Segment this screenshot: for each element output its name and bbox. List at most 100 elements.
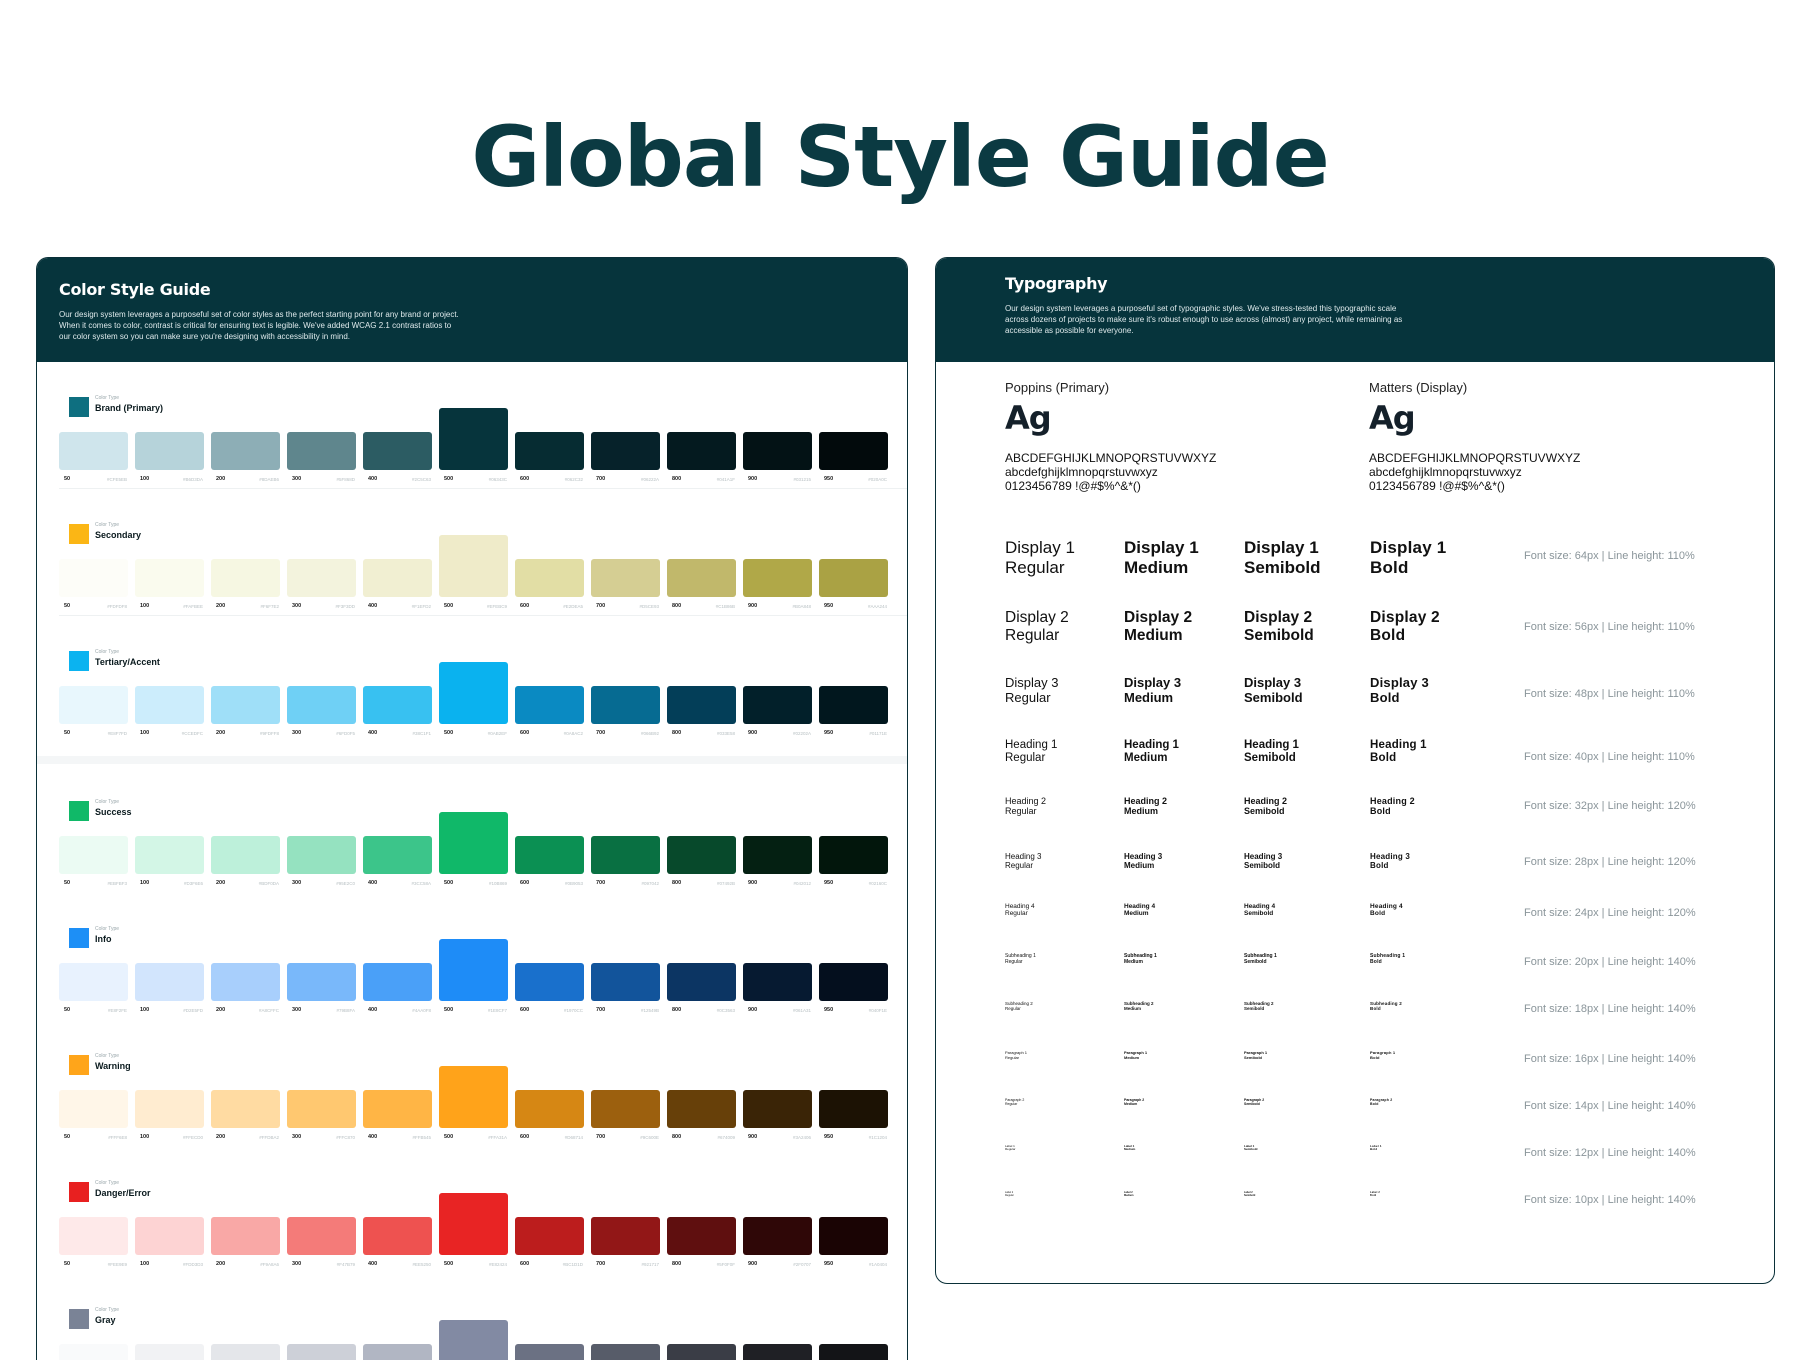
color-swatch[interactable] xyxy=(135,963,204,1001)
color-swatch[interactable] xyxy=(363,1344,432,1360)
color-swatch[interactable] xyxy=(515,559,584,597)
color-swatch[interactable] xyxy=(743,1344,812,1360)
color-swatch[interactable] xyxy=(591,963,660,1001)
color-swatch[interactable] xyxy=(59,963,128,1001)
color-swatch[interactable] xyxy=(211,559,280,597)
color-swatch[interactable] xyxy=(743,1217,812,1255)
color-swatch[interactable] xyxy=(667,963,736,1001)
color-swatch[interactable] xyxy=(515,1090,584,1128)
color-swatch[interactable] xyxy=(439,812,508,874)
color-swatch[interactable] xyxy=(211,836,280,874)
color-swatch[interactable] xyxy=(287,836,356,874)
color-swatch[interactable] xyxy=(819,1090,888,1128)
color-swatch[interactable] xyxy=(439,662,508,724)
color-swatch[interactable] xyxy=(667,1344,736,1360)
color-swatch[interactable] xyxy=(211,1217,280,1255)
color-swatch[interactable] xyxy=(439,1320,508,1360)
color-swatch[interactable] xyxy=(211,963,280,1001)
color-swatch[interactable] xyxy=(515,963,584,1001)
color-swatch[interactable] xyxy=(591,432,660,470)
color-swatch[interactable] xyxy=(135,1217,204,1255)
color-swatch[interactable] xyxy=(59,1344,128,1360)
color-swatch[interactable] xyxy=(59,686,128,724)
color-swatch[interactable] xyxy=(439,939,508,1001)
color-swatch[interactable] xyxy=(135,559,204,597)
swatch-hex-label: #BC1D1D xyxy=(562,1262,583,1267)
color-swatch[interactable] xyxy=(135,1344,204,1360)
color-swatch[interactable] xyxy=(743,836,812,874)
color-swatch[interactable] xyxy=(515,686,584,724)
type-sample: Display 1 Semibold xyxy=(1244,538,1321,577)
swatch-step-label: 800 xyxy=(672,603,682,609)
color-swatch[interactable] xyxy=(591,1090,660,1128)
color-swatch[interactable] xyxy=(59,559,128,597)
color-swatch[interactable] xyxy=(59,432,128,470)
color-swatch[interactable] xyxy=(363,1217,432,1255)
color-swatch[interactable] xyxy=(363,432,432,470)
color-swatch[interactable] xyxy=(819,559,888,597)
color-swatch[interactable] xyxy=(819,836,888,874)
color-swatch[interactable] xyxy=(211,686,280,724)
color-swatch[interactable] xyxy=(363,1090,432,1128)
type-spec-label: Font size: 32px | Line height: 120% xyxy=(1524,800,1696,812)
color-swatch[interactable] xyxy=(59,1090,128,1128)
color-type-caption: Color Type xyxy=(95,1053,120,1059)
color-swatch[interactable] xyxy=(515,1344,584,1360)
color-swatch[interactable] xyxy=(135,432,204,470)
color-swatch[interactable] xyxy=(59,1217,128,1255)
type-spec-label: Font size: 28px | Line height: 120% xyxy=(1524,856,1696,868)
color-swatch[interactable] xyxy=(439,1066,508,1128)
color-swatch[interactable] xyxy=(819,686,888,724)
color-swatch[interactable] xyxy=(439,1193,508,1255)
color-swatch[interactable] xyxy=(135,836,204,874)
color-swatch[interactable] xyxy=(287,1344,356,1360)
color-swatch[interactable] xyxy=(287,1090,356,1128)
color-swatch[interactable] xyxy=(743,963,812,1001)
color-swatch[interactable] xyxy=(591,686,660,724)
color-swatch[interactable] xyxy=(819,1217,888,1255)
color-swatch[interactable] xyxy=(135,1090,204,1128)
color-swatch[interactable] xyxy=(667,686,736,724)
color-swatch[interactable] xyxy=(591,1217,660,1255)
color-swatch[interactable] xyxy=(287,432,356,470)
color-swatch[interactable] xyxy=(819,963,888,1001)
color-swatch[interactable] xyxy=(515,1217,584,1255)
color-swatch[interactable] xyxy=(363,686,432,724)
color-swatch[interactable] xyxy=(363,836,432,874)
color-swatch[interactable] xyxy=(363,963,432,1001)
color-swatch[interactable] xyxy=(287,686,356,724)
color-swatch[interactable] xyxy=(515,836,584,874)
color-type-caption: Color Type xyxy=(95,799,120,805)
color-swatch[interactable] xyxy=(287,1217,356,1255)
color-swatch[interactable] xyxy=(439,408,508,470)
color-swatch[interactable] xyxy=(59,836,128,874)
color-swatch[interactable] xyxy=(287,559,356,597)
color-swatch[interactable] xyxy=(363,559,432,597)
swatch-step-label: 700 xyxy=(596,476,606,482)
color-swatch[interactable] xyxy=(743,559,812,597)
color-swatch[interactable] xyxy=(211,432,280,470)
color-swatch[interactable] xyxy=(667,1217,736,1255)
color-swatch[interactable] xyxy=(743,432,812,470)
type-spec-label: Font size: 12px | Line height: 140% xyxy=(1524,1147,1696,1159)
color-swatch[interactable] xyxy=(819,1344,888,1360)
color-swatch[interactable] xyxy=(439,535,508,597)
color-swatch[interactable] xyxy=(819,432,888,470)
color-swatch[interactable] xyxy=(211,1344,280,1360)
color-swatch[interactable] xyxy=(515,432,584,470)
color-swatch[interactable] xyxy=(591,836,660,874)
swatch-hex-label: #1E8CF7 xyxy=(487,1008,507,1013)
color-swatch[interactable] xyxy=(667,432,736,470)
color-swatch[interactable] xyxy=(591,1344,660,1360)
color-swatch[interactable] xyxy=(135,686,204,724)
color-swatch[interactable] xyxy=(667,559,736,597)
color-swatch[interactable] xyxy=(743,1090,812,1128)
color-swatch[interactable] xyxy=(591,559,660,597)
color-swatch[interactable] xyxy=(667,1090,736,1128)
color-swatch[interactable] xyxy=(211,1090,280,1128)
swatch-hex-label: #EBFBF3 xyxy=(107,881,127,886)
color-swatch[interactable] xyxy=(743,686,812,724)
color-type-swatch-icon xyxy=(69,1309,89,1329)
color-swatch[interactable] xyxy=(287,963,356,1001)
color-swatch[interactable] xyxy=(667,836,736,874)
